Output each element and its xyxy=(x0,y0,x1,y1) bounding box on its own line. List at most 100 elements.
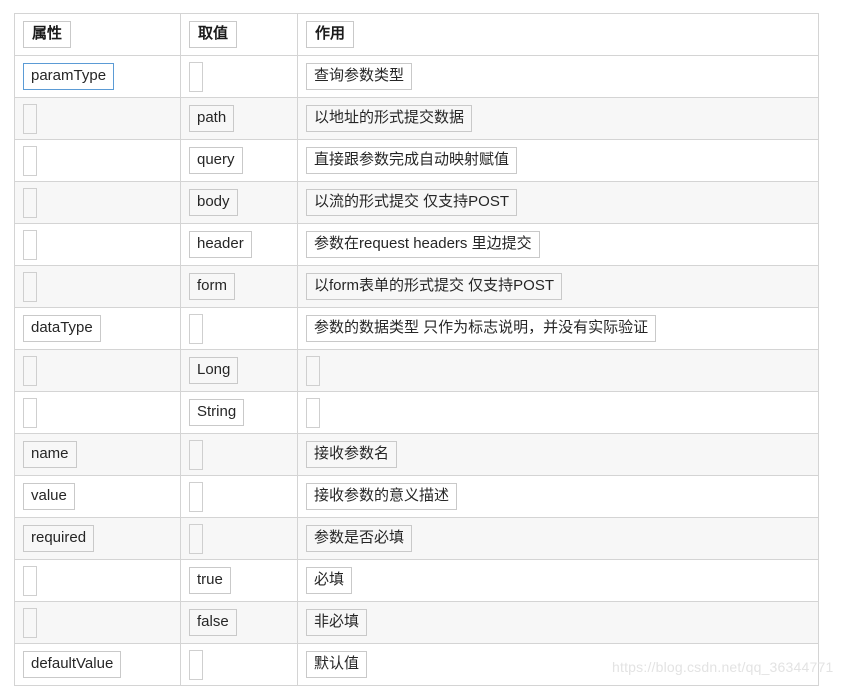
table-row: value 接收参数的意义描述 xyxy=(14,475,819,518)
table-row: dataType 参数的数据类型 只作为标志说明，并没有实际验证 xyxy=(14,307,819,350)
attribute-chip: name xyxy=(23,441,77,468)
cell-value: body xyxy=(180,181,298,224)
cell-value: true xyxy=(180,559,298,602)
effect-chip: 以流的形式提交 仅支持POST xyxy=(306,189,518,216)
table-row: required 参数是否必填 xyxy=(14,517,819,560)
cell-effect: 直接跟参数完成自动映射赋值 xyxy=(297,139,819,182)
table-header-row: 属性 取值 作用 xyxy=(14,13,819,56)
cell-effect: 必填 xyxy=(297,559,819,602)
table-row: query 直接跟参数完成自动映射赋值 xyxy=(14,139,819,182)
cell-attribute xyxy=(14,223,181,266)
cell-effect: 查询参数类型 xyxy=(297,55,819,98)
cell-attribute xyxy=(14,559,181,602)
cell-attribute: defaultValue xyxy=(14,643,181,686)
cell-value: String xyxy=(180,391,298,434)
effect-chip: 参数的数据类型 只作为标志说明，并没有实际验证 xyxy=(306,315,657,342)
table-row: true 必填 xyxy=(14,559,819,602)
table-row: paramType 查询参数类型 xyxy=(14,55,819,98)
value-chip-empty xyxy=(189,439,203,470)
value-chip-empty xyxy=(189,61,203,92)
table-row: String xyxy=(14,391,819,434)
attribute-chip: dataType xyxy=(23,315,101,342)
effect-chip-empty xyxy=(306,355,320,386)
table-row: form 以form表单的形式提交 仅支持POST xyxy=(14,265,819,308)
table-row: header 参数在request headers 里边提交 xyxy=(14,223,819,266)
cell-value xyxy=(180,307,298,350)
cell-effect: 接收参数的意义描述 xyxy=(297,475,819,518)
column-header-effect-label: 作用 xyxy=(306,21,355,48)
effect-chip: 接收参数名 xyxy=(306,441,398,468)
value-chip: false xyxy=(189,609,237,636)
column-header-attribute-label: 属性 xyxy=(23,21,72,48)
attribute-chip-empty xyxy=(23,145,37,176)
value-chip-empty xyxy=(189,523,203,554)
value-chip: header xyxy=(189,231,252,258)
attribute-chip: defaultValue xyxy=(23,651,122,678)
table-header: 属性 取值 作用 xyxy=(14,13,819,56)
cell-value: header xyxy=(180,223,298,266)
value-chip-empty xyxy=(189,481,203,512)
cell-effect: 参数是否必填 xyxy=(297,517,819,560)
column-header-value: 取值 xyxy=(180,13,298,56)
attribute-chip-empty xyxy=(23,397,37,428)
attribute-chip-empty xyxy=(23,229,37,260)
column-header-effect: 作用 xyxy=(297,13,819,56)
table-row: path 以地址的形式提交数据 xyxy=(14,97,819,140)
cell-effect: 接收参数名 xyxy=(297,433,819,476)
cell-effect: 以流的形式提交 仅支持POST xyxy=(297,181,819,224)
column-header-value-label: 取值 xyxy=(189,21,238,48)
cell-attribute xyxy=(14,181,181,224)
effect-chip: 直接跟参数完成自动映射赋值 xyxy=(306,147,518,174)
attribute-chip-empty xyxy=(23,187,37,218)
effect-chip: 接收参数的意义描述 xyxy=(306,483,458,510)
table-row: name 接收参数名 xyxy=(14,433,819,476)
cell-effect: 以地址的形式提交数据 xyxy=(297,97,819,140)
attribute-chip: required xyxy=(23,525,95,552)
cell-value: path xyxy=(180,97,298,140)
column-header-attribute: 属性 xyxy=(14,13,181,56)
cell-value xyxy=(180,55,298,98)
cell-attribute: required xyxy=(14,517,181,560)
cell-effect: 非必填 xyxy=(297,601,819,644)
table-row: false 非必填 xyxy=(14,601,819,644)
cell-attribute xyxy=(14,601,181,644)
table-row: Long xyxy=(14,349,819,392)
effect-chip: 参数在request headers 里边提交 xyxy=(306,231,540,258)
cell-effect xyxy=(297,391,819,434)
attribute-chip-empty xyxy=(23,565,37,596)
value-chip-empty xyxy=(189,649,203,680)
attribute-chip: value xyxy=(23,483,75,510)
cell-value: false xyxy=(180,601,298,644)
cell-attribute: dataType xyxy=(14,307,181,350)
cell-value: Long xyxy=(180,349,298,392)
page-root: 属性 取值 作用 paramType 查询参数类型 path 以地址的形式提交数据 qu… xyxy=(0,0,858,690)
cell-attribute: paramType xyxy=(14,55,181,98)
value-chip: query xyxy=(189,147,243,174)
effect-chip: 默认值 xyxy=(306,651,368,678)
watermark-text: https://blog.csdn.net/qq_36344771 xyxy=(612,659,834,675)
effect-chip: 以地址的形式提交数据 xyxy=(306,105,473,132)
cell-value: form xyxy=(180,265,298,308)
cell-attribute xyxy=(14,265,181,308)
effect-chip: 查询参数类型 xyxy=(306,63,413,90)
attribute-table-container: 属性 取值 作用 paramType 查询参数类型 path 以地址的形式提交数据 qu… xyxy=(14,13,819,686)
value-chip-empty xyxy=(189,313,203,344)
effect-chip: 以form表单的形式提交 仅支持POST xyxy=(306,273,563,300)
cell-value xyxy=(180,517,298,560)
effect-chip: 必填 xyxy=(306,567,353,594)
value-chip: true xyxy=(189,567,231,594)
attribute-chip-empty xyxy=(23,355,37,386)
cell-attribute xyxy=(14,97,181,140)
effect-chip: 参数是否必填 xyxy=(306,525,413,552)
cell-attribute: value xyxy=(14,475,181,518)
cell-value: query xyxy=(180,139,298,182)
attribute-chip-empty xyxy=(23,607,37,638)
attribute-chip: paramType xyxy=(23,63,115,90)
cell-value xyxy=(180,433,298,476)
cell-attribute xyxy=(14,391,181,434)
value-chip: Long xyxy=(189,357,239,384)
cell-effect: 参数在request headers 里边提交 xyxy=(297,223,819,266)
value-chip: body xyxy=(189,189,238,216)
effect-chip-empty xyxy=(306,397,320,428)
attribute-table: 属性 取值 作用 paramType 查询参数类型 path 以地址的形式提交数据 qu… xyxy=(14,13,819,686)
